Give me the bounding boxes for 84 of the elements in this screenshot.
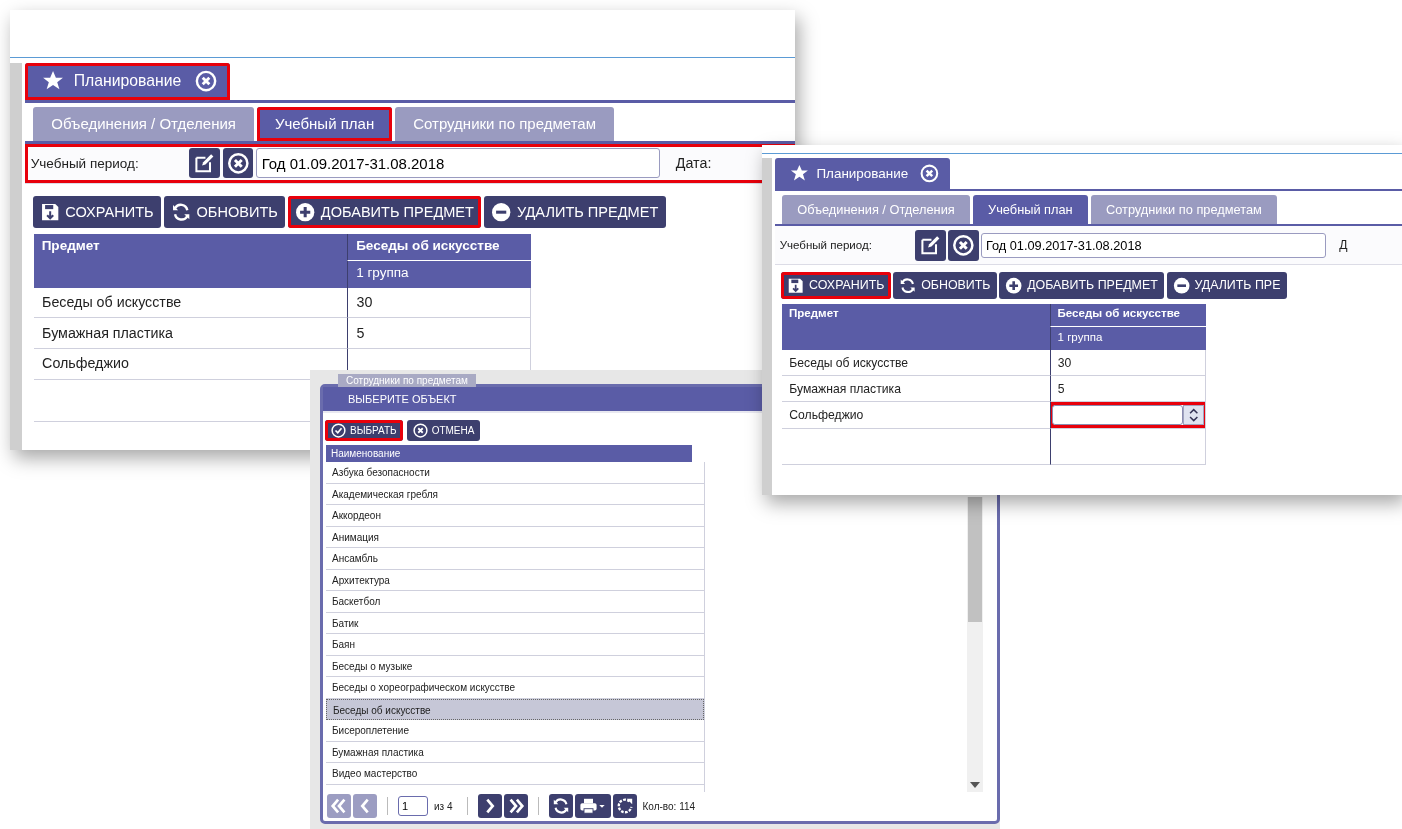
table-cell: 5 [1049, 376, 1207, 403]
print-button[interactable] [574, 794, 611, 818]
plus-icon [1005, 276, 1023, 294]
refresh-icon [171, 201, 192, 222]
close-icon [226, 151, 250, 175]
number-spinner[interactable] [1049, 402, 1207, 429]
refresh-button[interactable]: ОБНОВИТЬ [893, 271, 997, 299]
column-header: 1 группа [1049, 327, 1207, 351]
edit-button[interactable] [914, 229, 946, 261]
list-item[interactable]: Беседы о музыке [326, 655, 704, 677]
checkmark-icon [331, 423, 346, 438]
table-cell: Сольфеджио [782, 402, 1050, 429]
list-item[interactable]: Аккордеон [326, 505, 704, 527]
edit-button[interactable] [189, 147, 220, 179]
list-item[interactable]: Батик [326, 612, 704, 634]
record-count-label: Кол-во: 114 [642, 800, 696, 812]
list-item[interactable]: Ансамбль [326, 548, 704, 570]
column-header: Предмет [782, 304, 1050, 351]
close-icon[interactable] [195, 69, 218, 92]
list-item[interactable]: Академическая гребля [326, 483, 704, 505]
column-header: 1 группа [347, 260, 531, 288]
table-cell: Бумажная пластика [782, 376, 1050, 403]
last-page-button[interactable] [503, 794, 528, 818]
double-left-chevron-icon [330, 797, 348, 815]
module-tab[interactable]: Планирование [25, 62, 231, 100]
reload-button[interactable] [612, 794, 637, 818]
refresh-button[interactable]: ОБНОВИТЬ [163, 195, 286, 228]
list-item[interactable]: Баян [326, 634, 704, 656]
list-item[interactable]: Бумажная пластика [326, 741, 704, 763]
page-count-label: из 4 [434, 800, 453, 812]
table-cell: Беседы об искусстве [33, 287, 348, 319]
list-item[interactable]: Анимация [326, 526, 704, 548]
list-item[interactable]: Баскетбол [326, 591, 704, 613]
list-item[interactable]: Бисероплетение [326, 720, 704, 742]
period-field[interactable]: Год 01.09.2017-31.08.2018 [981, 232, 1326, 259]
table-cell: Бумажная пластика [33, 318, 348, 350]
scrollbar[interactable] [967, 497, 983, 792]
tab[interactable]: Учебный план [256, 107, 393, 141]
module-tab[interactable]: Планирование [774, 157, 950, 190]
star-icon [789, 163, 809, 183]
page-field[interactable]: 1 [398, 796, 428, 816]
clear-button[interactable] [222, 147, 254, 179]
close-icon[interactable] [920, 163, 940, 183]
remove-subject-button[interactable]: УДАЛИТЬ ПРЕ [1166, 271, 1287, 299]
column-header: Наименование [326, 445, 692, 462]
tab[interactable]: Учебный план [972, 195, 1089, 225]
table-cell: Беседы об искусстве [782, 350, 1050, 377]
column-header: Беседы об искусстве [1049, 304, 1207, 328]
add-subject-button[interactable]: ДОБАВИТЬ ПРЕДМЕТ [999, 271, 1164, 299]
column-header: Беседы об искусстве [347, 233, 531, 261]
table-cell: 30 [347, 287, 531, 319]
down-arrow-icon[interactable] [970, 782, 980, 788]
select-button[interactable]: ВЫБРАТЬ [325, 420, 403, 441]
date-label: Д [1339, 238, 1348, 253]
close-icon [952, 233, 975, 257]
next-page-button[interactable] [477, 794, 502, 818]
minus-icon [1172, 276, 1191, 294]
save-button[interactable]: СОХРАНИТЬ [781, 271, 891, 299]
column-header: Предмет [33, 233, 348, 288]
refresh-icon [899, 276, 917, 294]
list-item[interactable]: Беседы о хореографическом искусстве [326, 677, 704, 699]
list-item[interactable]: Видео мастерство [326, 763, 704, 785]
minus-icon [491, 201, 512, 222]
add-subject-button[interactable]: ДОБАВИТЬ ПРЕДМЕТ [288, 195, 482, 228]
period-field[interactable]: Год 01.09.2017-31.08.2018 [256, 148, 661, 179]
list-item[interactable]: Азбука безопасности [326, 462, 704, 484]
spinner-arrows-icon[interactable] [1182, 404, 1205, 426]
star-icon [42, 69, 65, 92]
list-item[interactable]: Беседы об искусстве [326, 698, 704, 720]
list-item[interactable]: Архитектура [326, 569, 704, 591]
save-button[interactable]: СОХРАНИТЬ [32, 195, 161, 228]
remove-subject-button[interactable]: УДАЛИТЬ ПРЕДМЕТ [484, 195, 666, 228]
date-label: Дата: [675, 155, 712, 172]
table-cell: 30 [1049, 350, 1207, 377]
table-cell: 5 [347, 318, 531, 350]
close-icon [412, 423, 428, 438]
period-label: Учебный период: [779, 239, 873, 252]
reload-icon [615, 797, 634, 815]
period-label: Учебный период: [30, 155, 140, 171]
plus-icon [295, 201, 316, 222]
clear-button[interactable] [948, 229, 979, 261]
cancel-button[interactable]: ОТМЕНА [406, 420, 481, 441]
refresh-icon [551, 797, 570, 815]
refresh-button[interactable] [548, 794, 573, 818]
